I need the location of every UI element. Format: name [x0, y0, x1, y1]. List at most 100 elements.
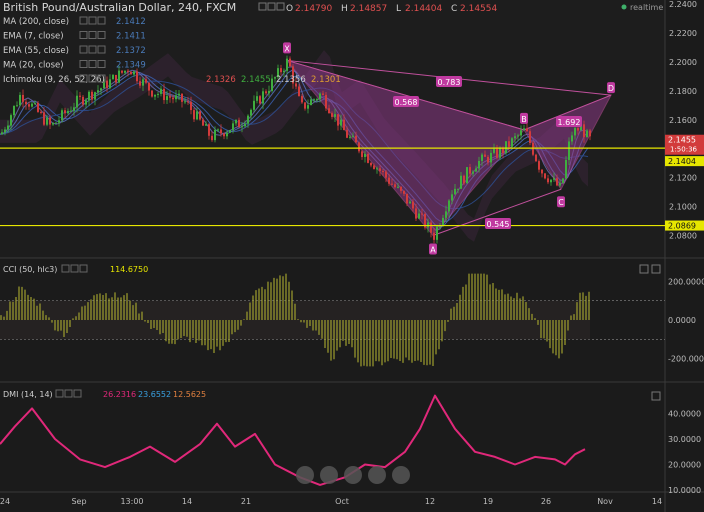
bull-candle [319, 93, 321, 100]
bull-candle [352, 135, 354, 137]
bull-candle [553, 178, 555, 180]
bull-candle [451, 194, 453, 201]
bear-candle [280, 68, 282, 73]
bear-candle [406, 193, 408, 204]
bear-candle [304, 102, 306, 109]
price-tick-label: 2.2400 [669, 0, 697, 9]
bull-candle [247, 115, 249, 124]
ichimoku-value: 2.1326 [206, 75, 236, 85]
pattern-point-x: X [284, 44, 290, 53]
ohlc-label-c: C [451, 4, 457, 14]
reset-icon[interactable] [344, 466, 362, 484]
bull-candle [334, 114, 336, 117]
bull-candle [94, 92, 96, 100]
ichimoku-value: 2.1455 [241, 75, 271, 85]
bull-candle [517, 135, 519, 137]
realtime-status: realtime [630, 3, 663, 12]
bull-candle [175, 95, 177, 100]
bear-candle [547, 178, 549, 183]
bear-candle [502, 148, 504, 154]
bull-candle [418, 213, 420, 219]
bear-candle [388, 177, 390, 184]
bear-candle [40, 111, 42, 113]
time-tick-label: Sep [71, 497, 86, 506]
bear-candle [538, 161, 540, 170]
bear-candle [370, 162, 372, 166]
bull-candle [124, 70, 126, 73]
ratio-xd-label: 0.783 [438, 78, 461, 87]
ohlc-value-o: 2.14790 [295, 4, 332, 14]
zoom-out-icon[interactable] [296, 466, 314, 484]
bull-candle [310, 99, 312, 106]
bear-candle [433, 232, 435, 240]
bull-candle [283, 70, 285, 73]
bull-candle [70, 110, 72, 112]
bull-candle [286, 58, 288, 71]
bull-candle [52, 123, 54, 125]
scroll-right-icon[interactable] [368, 466, 386, 484]
bull-candle [214, 129, 216, 141]
bear-candle [589, 130, 591, 137]
bull-candle [340, 119, 342, 126]
bull-candle [1, 132, 3, 135]
bull-candle [454, 188, 456, 195]
ohlc-label-o: O [286, 4, 293, 14]
bull-candle [232, 123, 234, 131]
bull-candle [493, 148, 495, 153]
bear-candle [391, 183, 393, 185]
price-tick-label: 2.1800 [669, 87, 697, 96]
symbol-title: British Pound/Australian Dollar, 240, FX… [3, 1, 236, 14]
dmi-plus-di: 26.2316 [103, 390, 136, 399]
bull-candle [229, 130, 231, 133]
bear-candle [163, 88, 165, 101]
bull-candle [46, 117, 48, 125]
dmi-label: DMI (14, 14) [3, 390, 53, 399]
bear-candle [223, 133, 225, 137]
bull-candle [499, 148, 501, 158]
bear-candle [337, 114, 339, 126]
bull-candle [490, 152, 492, 163]
bear-candle [28, 104, 30, 107]
bear-candle [64, 110, 66, 114]
bull-candle [112, 74, 114, 80]
bull-candle [166, 96, 168, 101]
time-tick-label: 24 [0, 497, 10, 506]
bull-candle [253, 100, 255, 110]
bull-candle [565, 159, 567, 179]
dmi-tick-label: 40.0000 [668, 410, 701, 419]
bear-candle [181, 93, 183, 102]
scroll-left-icon[interactable] [320, 466, 338, 484]
ratio-ac-label: 0.545 [487, 220, 510, 229]
ohlc-value-l: 2.14404 [405, 4, 442, 14]
bull-candle [574, 128, 576, 136]
bear-candle [346, 130, 348, 138]
bull-candle [562, 178, 564, 183]
bear-candle [463, 175, 465, 184]
bear-candle [541, 169, 543, 174]
bull-candle [178, 93, 180, 96]
bear-candle [535, 154, 537, 162]
bull-candle [67, 110, 69, 114]
go-forward-icon[interactable] [392, 466, 410, 484]
bear-candle [238, 119, 240, 128]
bear-candle [220, 129, 222, 134]
dmi-legend[interactable]: DMI (14, 14) 26.2316 23.6552 12.5625 [3, 389, 206, 399]
bear-candle [202, 119, 204, 126]
bull-candle [505, 141, 507, 154]
bull-candle [58, 120, 60, 123]
bear-candle [190, 101, 192, 111]
bear-candle [385, 171, 387, 178]
bull-candle [10, 115, 12, 126]
bear-candle [508, 141, 510, 147]
ohlc-value-h: 2.14857 [350, 4, 387, 14]
bull-candle [250, 109, 252, 116]
bull-candle [460, 175, 462, 189]
bull-candle [85, 100, 87, 105]
cci-tick-label: 200.0000 [668, 277, 704, 286]
bear-candle [526, 128, 528, 132]
bull-candle [184, 101, 186, 103]
ratio-xb-label: 0.568 [395, 98, 418, 107]
bull-candle [523, 128, 525, 131]
bull-candle [160, 88, 162, 94]
bull-candle [217, 129, 219, 131]
